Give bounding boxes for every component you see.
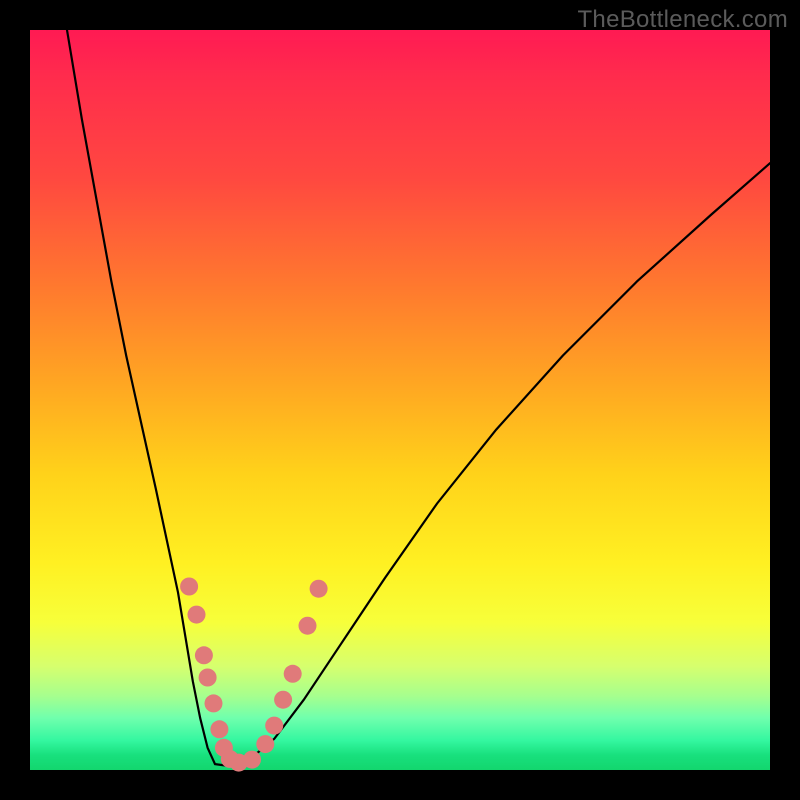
sample-points bbox=[180, 578, 328, 772]
sample-point bbox=[265, 717, 283, 735]
sample-point bbox=[199, 669, 217, 687]
sample-point bbox=[256, 735, 274, 753]
sample-point bbox=[180, 578, 198, 596]
sample-point bbox=[299, 617, 317, 635]
sample-point bbox=[188, 606, 206, 624]
sample-point bbox=[205, 694, 223, 712]
bottleneck-curve bbox=[67, 30, 770, 766]
sample-point bbox=[284, 665, 302, 683]
plot-area bbox=[30, 30, 770, 770]
sample-point bbox=[274, 691, 292, 709]
sample-point bbox=[195, 646, 213, 664]
curve-layer bbox=[30, 30, 770, 770]
watermark-text: TheBottleneck.com bbox=[577, 6, 788, 34]
sample-point bbox=[210, 720, 228, 738]
chart-frame: TheBottleneck.com bbox=[0, 0, 800, 800]
sample-point bbox=[310, 580, 328, 598]
sample-point bbox=[243, 751, 261, 769]
